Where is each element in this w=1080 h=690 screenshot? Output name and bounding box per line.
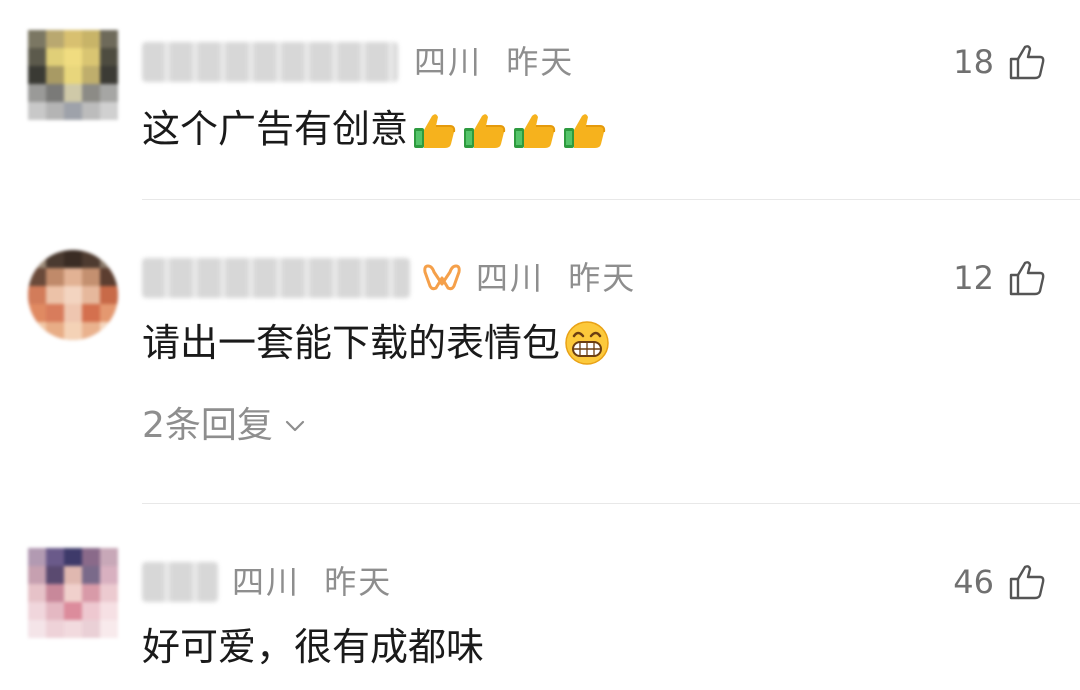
username-blurred[interactable] — [142, 258, 410, 298]
thumbs-up-icon — [564, 114, 606, 148]
username-blurred[interactable] — [142, 42, 398, 82]
comment-time: 昨天 — [324, 563, 393, 601]
replies-toggle[interactable]: 2条回复 — [142, 404, 307, 448]
thumbs-up-icon — [464, 114, 506, 148]
comment-meta: 四川 昨天 — [414, 42, 574, 82]
comment-location: 四川 — [476, 259, 545, 297]
avatar[interactable] — [28, 30, 118, 120]
like-button[interactable]: 46 — [953, 562, 1046, 602]
like-button[interactable]: 18 — [953, 42, 1046, 82]
like-count: 12 — [953, 259, 994, 297]
thumbs-up-outline-icon[interactable] — [1008, 563, 1046, 601]
comment-time: 昨天 — [568, 259, 637, 297]
comment-text: 请出一套能下载的表情包 — [142, 318, 610, 368]
like-button[interactable]: 12 — [953, 258, 1046, 298]
comment-body: 这个广告有创意 — [142, 107, 409, 151]
comment-location: 四川 — [414, 43, 483, 81]
like-count: 46 — [953, 563, 994, 601]
comment-text: 好可爱，很有成都味 — [142, 622, 484, 672]
comment-divider — [142, 199, 1080, 200]
comment-location: 四川 — [232, 563, 301, 601]
like-count: 18 — [953, 43, 994, 81]
thumbs-up-icon — [514, 114, 556, 148]
replies-label: 2条回复 — [142, 405, 273, 446]
avatar[interactable] — [28, 548, 118, 638]
comment-body: 好可爱，很有成都味 — [142, 625, 485, 669]
vip-badge-icon — [423, 264, 461, 291]
comment-meta: 四川 昨天 — [232, 562, 392, 602]
comment-text: 这个广告有创意 — [142, 104, 608, 154]
thumbs-up-outline-icon[interactable] — [1008, 43, 1046, 81]
comment-meta: 四川 昨天 — [476, 258, 636, 298]
thumbs-up-icon — [414, 114, 456, 148]
grinning-face-icon — [565, 321, 609, 365]
avatar[interactable] — [28, 250, 118, 340]
chevron-down-icon — [285, 420, 305, 432]
thumbs-up-outline-icon[interactable] — [1008, 259, 1046, 297]
comment-divider — [142, 503, 1080, 504]
comment-body: 请出一套能下载的表情包 — [142, 321, 561, 365]
username-blurred[interactable] — [142, 562, 218, 602]
comment-time: 昨天 — [506, 43, 575, 81]
